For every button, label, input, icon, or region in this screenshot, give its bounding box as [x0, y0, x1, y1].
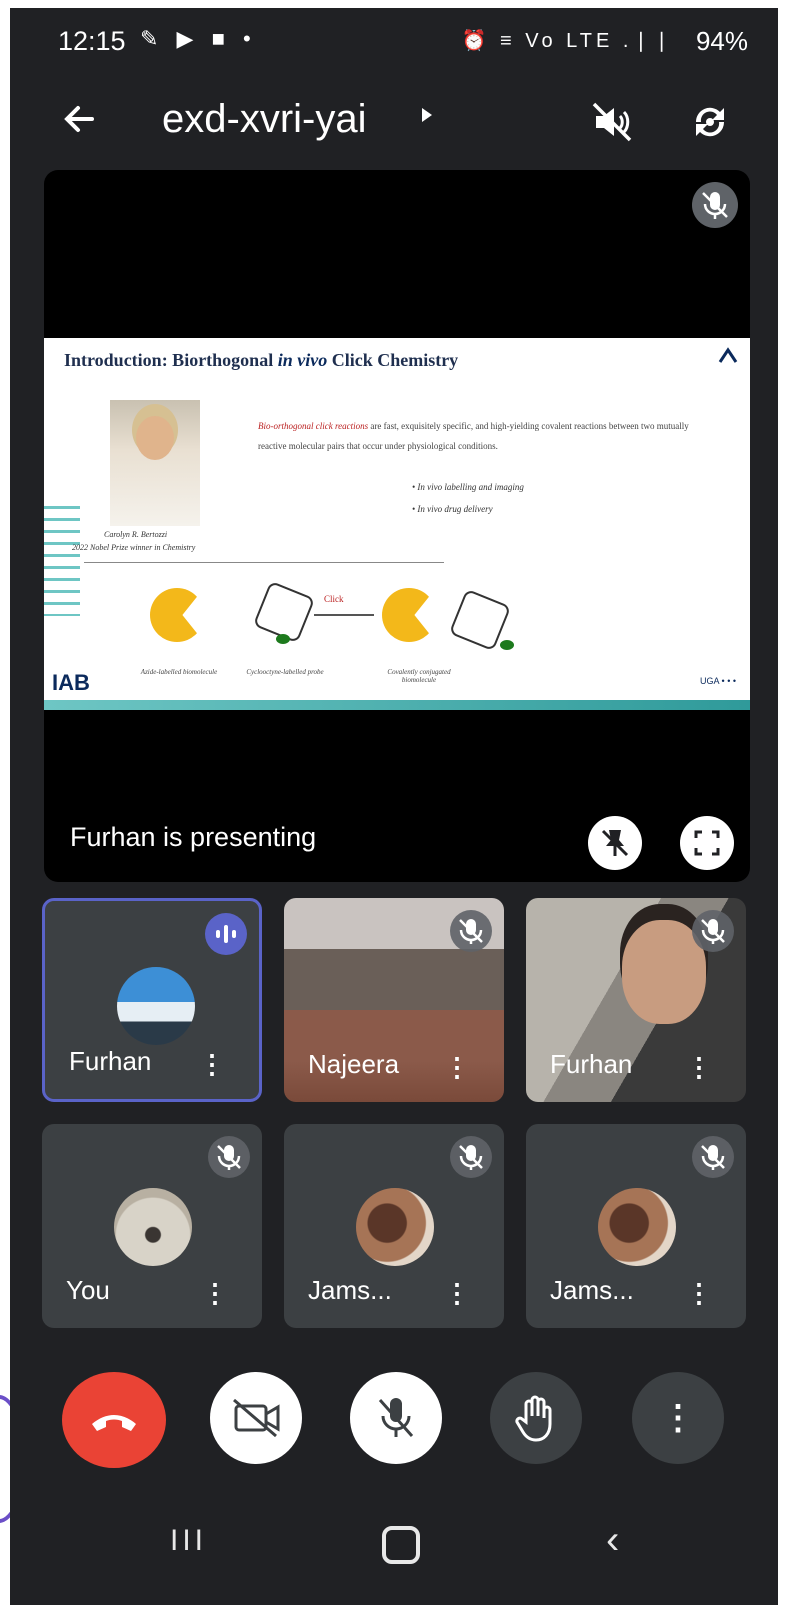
meeting-header: exd-xvri-yai: [10, 84, 778, 154]
recent-apps-icon[interactable]: III: [170, 1524, 207, 1558]
reaction-label: Click: [324, 594, 344, 604]
participant-tile[interactable]: You ⋮: [42, 1124, 262, 1328]
avatar: [598, 1188, 676, 1266]
mic-off-icon: [450, 910, 492, 952]
presenter-muted-icon: [692, 182, 738, 228]
avatar: [114, 1188, 192, 1266]
battery-level: 94%: [695, 26, 748, 56]
slide-bullet: • In vivo drug delivery: [412, 504, 493, 514]
more-options-icon[interactable]: ⋮: [686, 1054, 712, 1080]
participant-name: Najeera: [308, 1049, 400, 1079]
label-azide: Azide-labelled biomolecule: [140, 668, 218, 676]
probe-dot: [276, 634, 290, 644]
participant-name: Jams...: [550, 1275, 634, 1305]
end-call-button[interactable]: [62, 1372, 166, 1468]
participant-tile[interactable]: Furhan ⋮: [526, 898, 746, 1102]
mic-off-icon: [692, 910, 734, 952]
status-signal-icons: ⏰ ≡ Vo LTE .❘❘: [461, 30, 674, 52]
call-controls: ⋮: [10, 1372, 778, 1472]
portrait-photo: [110, 400, 200, 526]
presenting-label: Furhan is presenting: [70, 822, 317, 852]
slide-divider: [84, 562, 444, 563]
raise-hand-button[interactable]: [490, 1372, 582, 1464]
mic-off-icon: [692, 1136, 734, 1178]
fullscreen-icon[interactable]: [680, 816, 734, 870]
more-options-icon[interactable]: ⋮: [202, 1280, 228, 1306]
participant-tile[interactable]: Jams... ⋮: [526, 1124, 746, 1328]
speaking-indicator-icon: [205, 913, 247, 955]
camera-off-button[interactable]: [210, 1372, 302, 1464]
unpin-icon[interactable]: [588, 816, 642, 870]
participant-tile[interactable]: Furhan ⋮: [42, 898, 262, 1102]
sponsor-logos: UGA • • •: [700, 676, 736, 686]
meeting-code[interactable]: exd-xvri-yai: [162, 96, 366, 142]
status-time: 12:15: [58, 26, 126, 56]
shared-slide: Introduction: Biorthogonal in vivo Click…: [44, 338, 750, 710]
android-nav-bar: III ‹: [10, 1508, 778, 1588]
portrait-caption: Carolyn R. Bertozzi: [104, 530, 168, 539]
participant-tile[interactable]: Najeera ⋮: [284, 898, 504, 1102]
mic-off-icon: [450, 1136, 492, 1178]
mic-off-button[interactable]: [350, 1372, 442, 1464]
label-conjugate: Covalently conjugated biomolecule: [387, 668, 451, 684]
participant-tile[interactable]: Jams... ⋮: [284, 1124, 504, 1328]
phone-screen: 12:15 ✎ ▶ ■ • ⏰ ≡ Vo LTE .❘❘ 94% exd-xvr…: [10, 8, 778, 1605]
more-options-icon[interactable]: ⋮: [199, 1051, 225, 1077]
mic-off-icon: [208, 1136, 250, 1178]
participant-name: Jams...: [308, 1275, 392, 1305]
slide-footer-bar: [44, 700, 750, 710]
more-options-button[interactable]: ⋮: [632, 1372, 724, 1464]
slide-title: Introduction: Biorthogonal in vivo Click…: [64, 350, 459, 370]
back-icon[interactable]: ‹: [606, 1518, 619, 1563]
biomolecule-shape: [150, 588, 204, 642]
speaker-off-icon[interactable]: [588, 98, 636, 146]
back-arrow-icon[interactable]: [54, 94, 104, 144]
conjugate-biomolecule-shape: [382, 588, 436, 642]
portrait-subcaption: 2022 Nobel Prize winner in Chemistry: [72, 543, 196, 552]
status-notification-icons: ✎ ▶ ■ •: [140, 26, 257, 51]
more-options-icon[interactable]: ⋮: [686, 1280, 712, 1306]
participant-name: You: [66, 1275, 110, 1305]
more-vertical-icon: ⋮: [661, 1399, 695, 1437]
slide-decoration: [44, 506, 80, 616]
more-options-icon[interactable]: ⋮: [444, 1054, 470, 1080]
avatar: [356, 1188, 434, 1266]
slide-bullet: • In vivo labelling and imaging: [412, 482, 524, 492]
home-icon[interactable]: [382, 1526, 420, 1564]
presentation-panel[interactable]: Introduction: Biorthogonal in vivo Click…: [44, 170, 750, 882]
avatar: [117, 967, 195, 1045]
slide-body-text: Bio-orthogonal click reactions are fast,…: [258, 421, 689, 451]
label-cyclooctyne: Cyclooctyne-labelled probe: [246, 668, 324, 676]
conjugate-dot: [500, 640, 514, 650]
more-options-icon[interactable]: ⋮: [444, 1280, 470, 1306]
status-bar: 12:15 ✎ ▶ ■ • ⏰ ≡ Vo LTE .❘❘ 94%: [10, 8, 778, 72]
iab-logo: IAB: [52, 670, 90, 695]
participant-name: Furhan: [69, 1046, 152, 1076]
caret-right-icon[interactable]: [420, 106, 434, 129]
participant-name: Furhan: [550, 1049, 633, 1079]
reaction-arrow: [314, 614, 374, 616]
slide-corner-logo-icon: [718, 346, 738, 372]
camera-flip-icon[interactable]: [686, 98, 734, 146]
